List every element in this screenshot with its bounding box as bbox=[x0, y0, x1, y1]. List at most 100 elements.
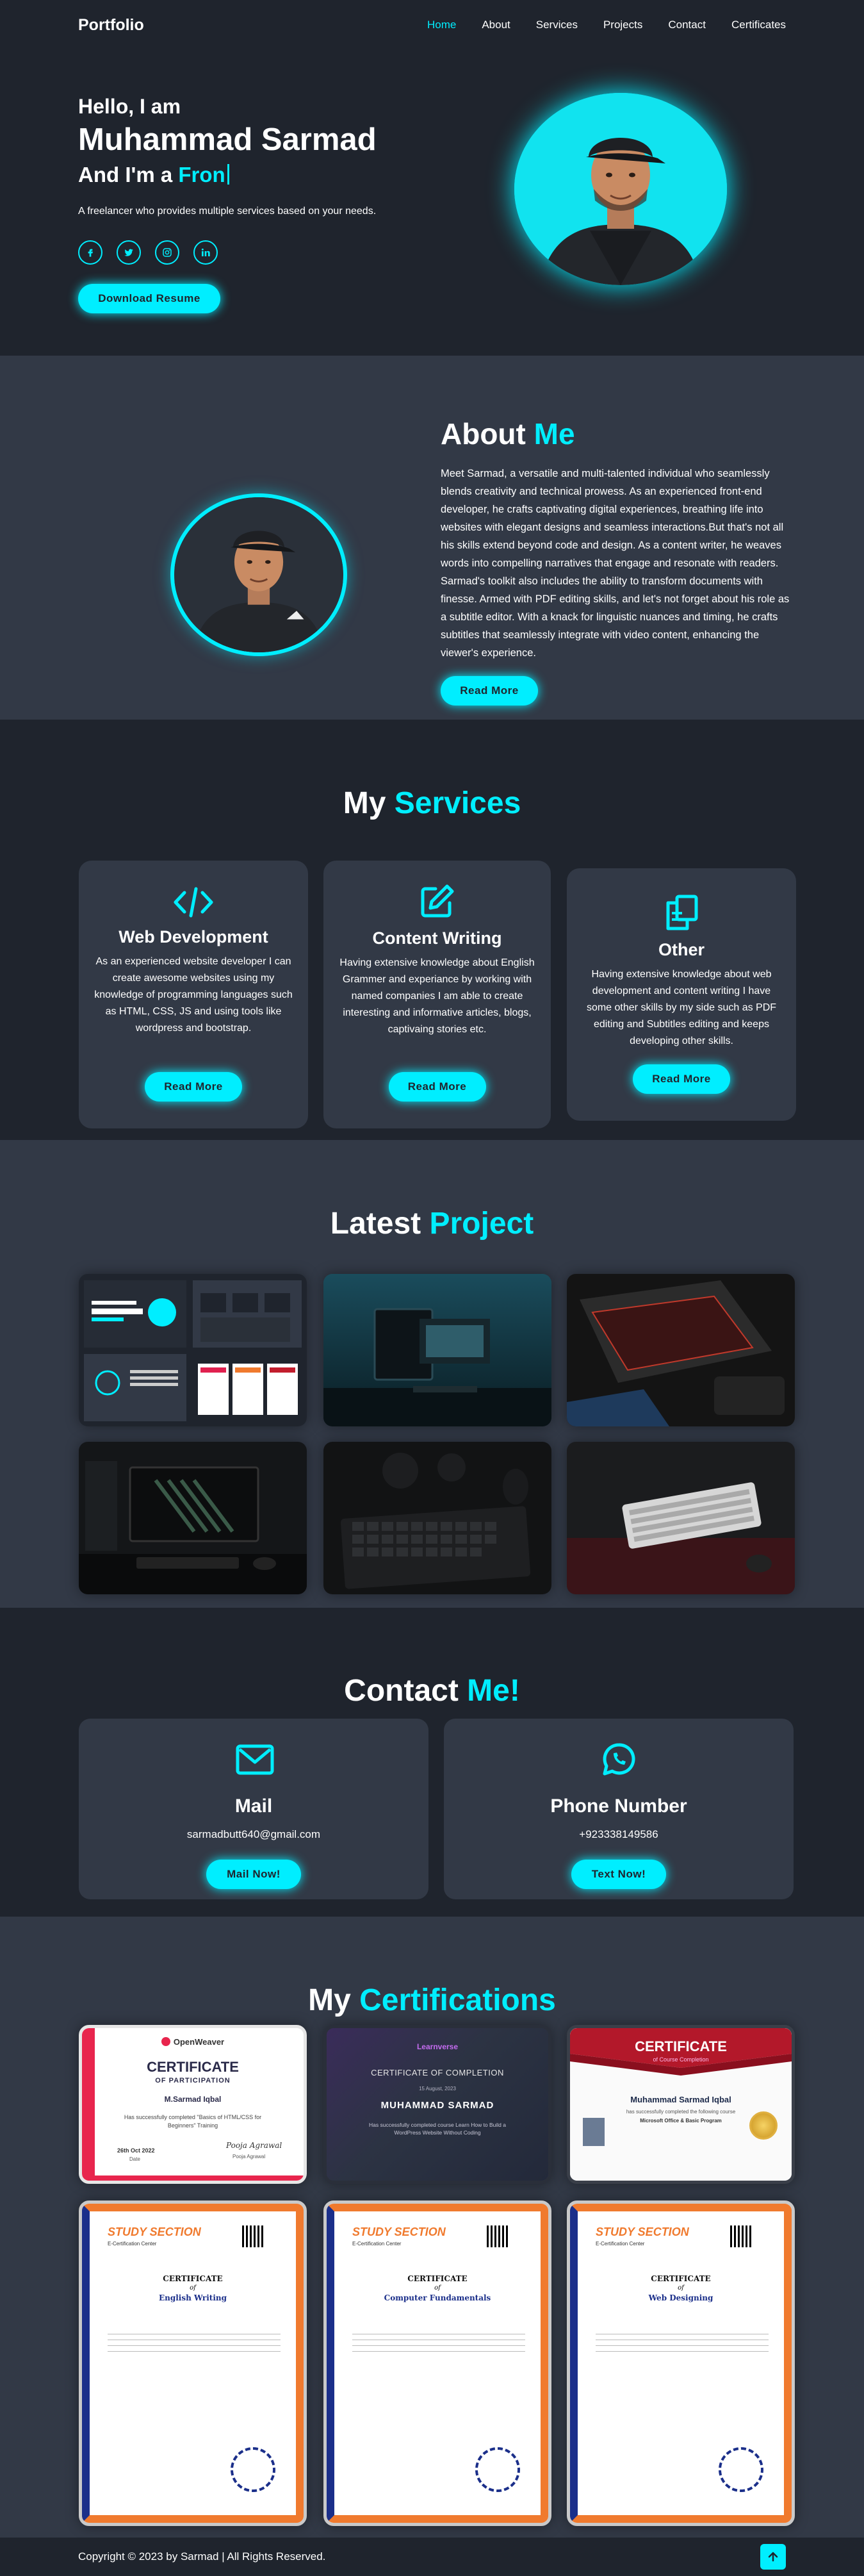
cert-sub: OF PARTICIPATION bbox=[155, 2077, 231, 2085]
stamp-seal-icon bbox=[475, 2447, 520, 2492]
cert-of: of bbox=[678, 2284, 684, 2291]
service-title: Web Development bbox=[118, 927, 268, 946]
cert-title: CERTIFICATE OF COMPLETION bbox=[371, 2068, 504, 2077]
cert-heading: CERTIFICATE bbox=[407, 2274, 468, 2283]
text-now-button[interactable]: Text Now! bbox=[571, 1860, 666, 1889]
project-image-5[interactable] bbox=[323, 1442, 551, 1594]
cert-body-lines bbox=[596, 2329, 769, 2354]
cert-center: E-Certification Center bbox=[352, 2241, 402, 2247]
service-card-other: Other Having extensive knowledge about w… bbox=[567, 868, 796, 1121]
cert-brand-text: OpenWeaver bbox=[173, 2037, 225, 2047]
project-image-3[interactable] bbox=[567, 1274, 795, 1426]
social-links bbox=[78, 240, 218, 265]
service-text: As an experienced website developer I ca… bbox=[94, 956, 293, 1034]
nav-certificates[interactable]: Certificates bbox=[731, 19, 786, 31]
about-text: Meet Sarmad, a versatile and multi-talen… bbox=[441, 468, 790, 659]
certificate-learnverse[interactable]: Learnverse CERTIFICATE OF COMPLETION 15 … bbox=[323, 2025, 551, 2184]
cert-name: MUHAMMAD SARMAD bbox=[380, 2100, 494, 2111]
service-read-more-button[interactable]: Read More bbox=[388, 1072, 486, 1102]
certificate-course-completion[interactable]: CERTIFICATE of Course Completion Muhamma… bbox=[567, 2025, 795, 2184]
site-header: Portfolio Home About Services Projects C… bbox=[0, 0, 864, 50]
services-title: My Services bbox=[0, 786, 864, 821]
cert-name: M.Sarmad Iqbal bbox=[164, 2095, 222, 2104]
download-resume-button[interactable]: Download Resume bbox=[78, 284, 220, 313]
linkedin-icon[interactable] bbox=[193, 240, 218, 265]
cert-line-2: Beginners" Training bbox=[167, 2122, 218, 2129]
nav-contact[interactable]: Contact bbox=[668, 19, 706, 31]
cert-title: CERTIFICATE bbox=[635, 2038, 727, 2054]
mail-now-button[interactable]: Mail Now! bbox=[206, 1860, 301, 1889]
projects-title-main: Latest bbox=[330, 1207, 421, 1241]
contact-card-phone: Phone Number +923338149586 Text Now! bbox=[444, 1719, 794, 1899]
certificate-computer-fundamentals[interactable]: STUDY SECTION E-Certification Center CER… bbox=[323, 2200, 551, 2526]
certificate-web-designing[interactable]: STUDY SECTION E-Certification Center CER… bbox=[567, 2200, 795, 2526]
project-image-4[interactable] bbox=[79, 1442, 307, 1594]
cert-course: Computer Fundamentals bbox=[384, 2293, 491, 2302]
services-title-main: My bbox=[343, 786, 386, 820]
cert-stripe-bottom bbox=[82, 2176, 304, 2181]
cert-line-2: WordPress Website Without Coding bbox=[394, 2129, 481, 2136]
cert-date-label: Date bbox=[129, 2156, 140, 2162]
openweaver-logo-icon bbox=[161, 2037, 170, 2046]
twitter-icon[interactable] bbox=[117, 240, 141, 265]
service-title: Content Writing bbox=[372, 929, 502, 948]
cert-line-1: Has successfully completed "Basics of HT… bbox=[124, 2114, 262, 2120]
cert-brand: STUDY SECTION bbox=[596, 2225, 689, 2238]
greeting: Hello, I am bbox=[78, 95, 181, 118]
contact-title: Contact Me! bbox=[0, 1673, 864, 1708]
hero-role: And I'm a Fron bbox=[78, 163, 229, 187]
facebook-icon[interactable] bbox=[78, 240, 102, 265]
instagram-icon[interactable] bbox=[155, 240, 179, 265]
hero-tagline: A freelancer who provides multiple servi… bbox=[78, 206, 377, 217]
contact-card-title: Phone Number bbox=[550, 1796, 687, 1817]
contact-title-accent: Me! bbox=[467, 1674, 520, 1708]
phone-number[interactable]: +923338149586 bbox=[444, 1828, 794, 1841]
service-text: Having extensive knowledge about English… bbox=[339, 957, 535, 1035]
contact-card-title: Mail bbox=[234, 1796, 273, 1817]
about-profile-image bbox=[170, 493, 347, 656]
typing-cursor bbox=[227, 164, 229, 185]
qr-code-icon bbox=[242, 2225, 264, 2247]
email-address[interactable]: sarmadbutt640@gmail.com bbox=[79, 1828, 428, 1841]
nav-about[interactable]: About bbox=[482, 19, 510, 31]
certificate-english-writing[interactable]: STUDY SECTION E-Certification Center CER… bbox=[79, 2200, 307, 2526]
site-footer: Copyright © 2023 by Sarmad | All Rights … bbox=[0, 2538, 864, 2576]
project-image-6[interactable] bbox=[567, 1442, 795, 1594]
service-card-web: Web Development As an experienced websit… bbox=[79, 861, 308, 1128]
copy-icon bbox=[666, 895, 698, 930]
cert-center: E-Certification Center bbox=[596, 2241, 645, 2247]
whatsapp-icon bbox=[603, 1743, 635, 1776]
nav-home[interactable]: Home bbox=[427, 19, 456, 31]
nav-services[interactable]: Services bbox=[536, 19, 578, 31]
stamp-seal-icon bbox=[231, 2447, 275, 2492]
gold-seal-icon bbox=[749, 2111, 778, 2140]
code-icon bbox=[174, 887, 213, 918]
cert-body-lines bbox=[108, 2329, 281, 2354]
cert-signer: Pooja Agrawal bbox=[232, 2154, 266, 2159]
certs-title-accent: Certifications bbox=[359, 1983, 556, 2017]
projects-title-accent: Project bbox=[429, 1207, 534, 1241]
certs-title-main: My bbox=[308, 1983, 351, 2017]
cert-heading: CERTIFICATE bbox=[163, 2274, 223, 2283]
cert-brand: OpenWeaver bbox=[82, 2037, 304, 2047]
scroll-top-button[interactable] bbox=[760, 2544, 786, 2570]
logo[interactable]: Portfolio bbox=[78, 16, 144, 35]
projects-section: Latest Project bbox=[0, 1140, 864, 1608]
project-image-2[interactable] bbox=[323, 1274, 551, 1426]
cert-signature: Pooja Agrawal bbox=[226, 2141, 282, 2150]
home-section: Hello, I am Muhammad Sarmad And I'm a Fr… bbox=[0, 0, 864, 356]
cert-photo bbox=[583, 2118, 605, 2146]
about-read-more-button[interactable]: Read More bbox=[441, 676, 538, 706]
mail-icon bbox=[236, 1744, 274, 1775]
cert-course: Web Designing bbox=[648, 2293, 713, 2302]
cert-stripe bbox=[82, 2028, 95, 2181]
service-read-more-button[interactable]: Read More bbox=[633, 1064, 730, 1094]
project-image-1[interactable] bbox=[79, 1274, 307, 1426]
cert-date: 15 August, 2023 bbox=[419, 2086, 456, 2092]
service-read-more-button[interactable]: Read More bbox=[145, 1072, 242, 1102]
nav-projects[interactable]: Projects bbox=[603, 19, 642, 31]
qr-code-icon bbox=[487, 2225, 509, 2247]
stamp-seal-icon bbox=[719, 2447, 763, 2492]
cert-brand: STUDY SECTION bbox=[108, 2225, 201, 2238]
certificate-openweaver[interactable]: OpenWeaver CERTIFICATE OF PARTICIPATION … bbox=[79, 2025, 307, 2184]
